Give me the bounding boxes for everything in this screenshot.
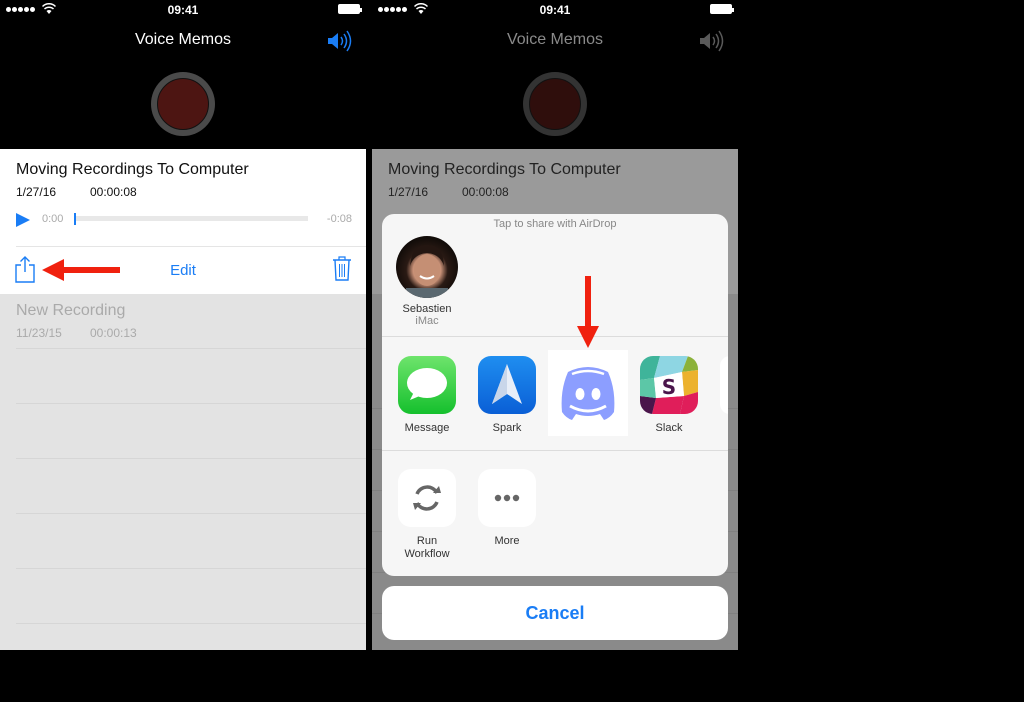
recordings-list: Moving Recordings To Computer 1/27/16 00…: [0, 149, 366, 650]
recording-title: Moving Recordings To Computer: [16, 161, 249, 178]
record-button: [523, 72, 587, 136]
app-label: Spark: [492, 422, 522, 434]
recording-date: 1/27/16: [16, 185, 57, 199]
recording-duration: 00:00:13: [90, 326, 137, 340]
row-divider: [16, 568, 366, 569]
action-more[interactable]: More: [472, 469, 542, 548]
status-bar: 09:41: [372, 0, 738, 20]
share-apps-row: Message Spark S Slack: [382, 338, 728, 450]
app-label: Message: [404, 422, 450, 434]
annotation-arrow-left: [42, 259, 120, 281]
share-app-slack[interactable]: S Slack: [634, 356, 704, 434]
recording-title: Moving Recordings To Computer: [388, 161, 621, 178]
share-app-message[interactable]: Message: [392, 356, 462, 434]
recording-meta: 1/27/16 00:00:08: [16, 185, 137, 199]
recording-meta: 1/27/16 00:00:08: [388, 185, 509, 199]
contact-name: Sebastien: [402, 303, 452, 315]
battery-icon: [710, 4, 734, 14]
remaining-time: -0:08: [326, 213, 352, 225]
app-label: Slack: [655, 422, 683, 434]
clock: 09:41: [539, 3, 571, 17]
recording-duration: 00:00:08: [462, 185, 509, 199]
cancel-button[interactable]: Cancel: [382, 586, 728, 640]
share-actions-row: Run Workflow More: [382, 451, 728, 576]
share-sheet: Tap to share with AirDrop Sebastien iMac…: [382, 214, 728, 576]
action-label: More: [494, 535, 520, 547]
recording-duration: 00:00:08: [90, 185, 137, 199]
contact-device: iMac: [415, 315, 439, 327]
audio-player: 0:00 -0:08: [16, 211, 352, 227]
row-divider: [16, 348, 366, 349]
slack-icon: S: [640, 356, 698, 414]
sheet-divider: [382, 336, 728, 337]
row-divider: [16, 623, 366, 624]
app-title: Voice Memos: [506, 31, 604, 48]
recording-title: New Recording: [16, 302, 126, 319]
record-button[interactable]: [151, 72, 215, 136]
spark-icon: [478, 356, 536, 414]
divider: [16, 246, 366, 247]
recording-date: 11/23/15: [16, 326, 62, 340]
battery-icon: [338, 4, 362, 14]
status-bar: 09:41: [0, 0, 366, 20]
discord-icon: [561, 367, 615, 420]
avatar: [396, 236, 458, 298]
recording-date: 1/27/16: [388, 185, 429, 199]
row-divider: [16, 403, 366, 404]
row-divider: [16, 458, 366, 459]
speaker-icon[interactable]: [326, 30, 352, 52]
share-app-spark[interactable]: Spark: [472, 356, 542, 434]
messages-icon: [398, 356, 456, 414]
share-sheet-screen: 09:41 Voice Memos Moving Recordings To C…: [372, 0, 738, 650]
elapsed-time: 0:00: [42, 213, 64, 225]
action-label: Run Workflow: [404, 535, 450, 560]
scrubber-handle[interactable]: [74, 213, 76, 225]
action-run-workflow[interactable]: Run Workflow: [392, 469, 462, 561]
speaker-icon: [700, 30, 724, 52]
share-app-partial[interactable]: [720, 356, 728, 414]
recording-item[interactable]: New Recording 11/23/15 00:00:13: [0, 294, 366, 349]
play-icon[interactable]: [16, 213, 30, 227]
airdrop-contact[interactable]: Sebastien iMac: [396, 236, 458, 327]
recording-meta: 11/23/15 00:00:13: [16, 326, 137, 340]
trash-icon[interactable]: [332, 255, 352, 281]
voice-memos-screen: 09:41 Voice Memos Moving Recordings To C…: [0, 0, 366, 650]
annotation-arrow-down: [577, 276, 599, 348]
more-icon: [478, 469, 536, 527]
app-title: Voice Memos: [134, 31, 232, 48]
clock: 09:41: [167, 3, 199, 17]
refresh-icon: [398, 469, 456, 527]
airdrop-hint: Tap to share with AirDrop: [493, 218, 617, 230]
share-app-discord[interactable]: [548, 350, 628, 436]
row-divider: [16, 513, 366, 514]
svg-text:S: S: [662, 375, 676, 399]
scrubber-track[interactable]: [74, 213, 308, 225]
